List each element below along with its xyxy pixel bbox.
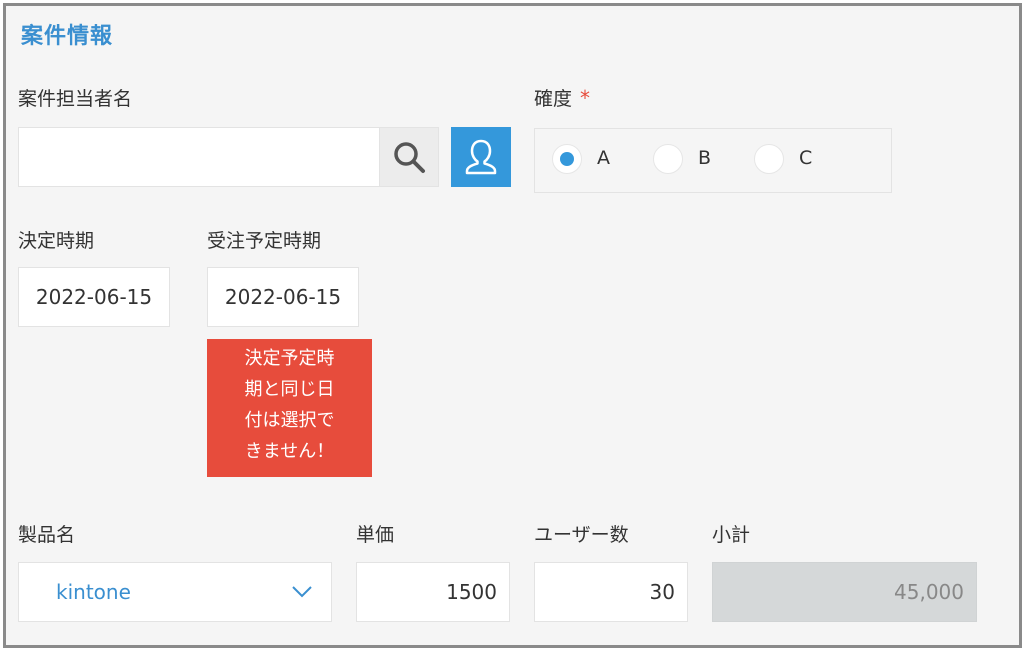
radio-b-label: B (698, 147, 712, 169)
user-select-button[interactable] (451, 127, 511, 187)
subtotal-field: 45,000 (712, 562, 977, 622)
decision-date-label: 決定時期 (18, 230, 95, 252)
product-value: kintone (56, 580, 131, 604)
unit-price-input[interactable]: 1500 (356, 562, 510, 622)
user-icon (465, 139, 497, 175)
radio-b[interactable] (653, 144, 683, 174)
order-date-value: 2022-06-15 (224, 285, 342, 309)
users-value: 30 (649, 580, 675, 604)
order-date-label: 受注予定時期 (207, 230, 322, 252)
product-select[interactable]: kintone (18, 562, 332, 622)
assignee-label: 案件担当者名 (18, 88, 133, 110)
radio-c-label: C (799, 147, 813, 169)
chevron-down-icon (292, 586, 312, 598)
certainty-radio-group: A B C (534, 128, 892, 193)
subtotal-value: 45,000 (894, 580, 964, 604)
users-input[interactable]: 30 (534, 562, 688, 622)
subtotal-label: 小計 (712, 524, 751, 546)
error-line: 期と同じ日 (244, 379, 335, 400)
radio-c[interactable] (754, 144, 784, 174)
unit-price-value: 1500 (446, 580, 497, 604)
error-line: 決定予定時 (244, 348, 335, 369)
decision-date-value: 2022-06-15 (35, 285, 153, 309)
form-panel: 案件情報 案件担当者名 確度 * A B C 決定時期 2022-06-15 受注… (3, 3, 1022, 648)
unit-price-label: 単価 (356, 524, 395, 546)
radio-a-label: A (597, 147, 610, 169)
assignee-input[interactable] (18, 127, 380, 187)
product-label: 製品名 (18, 524, 76, 546)
certainty-label: 確度 * (534, 84, 590, 111)
radio-a[interactable] (552, 144, 582, 174)
required-mark: * (580, 86, 591, 110)
users-label: ユーザー数 (534, 524, 629, 546)
decision-date-input[interactable]: 2022-06-15 (18, 267, 170, 327)
section-title: 案件情報 (21, 24, 114, 49)
certainty-label-text: 確度 (534, 88, 573, 110)
order-date-input[interactable]: 2022-06-15 (207, 267, 359, 327)
error-line: きません！ (244, 441, 335, 462)
error-message: 決定予定時 期と同じ日 付は選択で きません！ (207, 339, 372, 477)
search-icon (394, 142, 425, 173)
search-button[interactable] (379, 127, 439, 187)
error-line: 付は選択で (244, 410, 335, 431)
